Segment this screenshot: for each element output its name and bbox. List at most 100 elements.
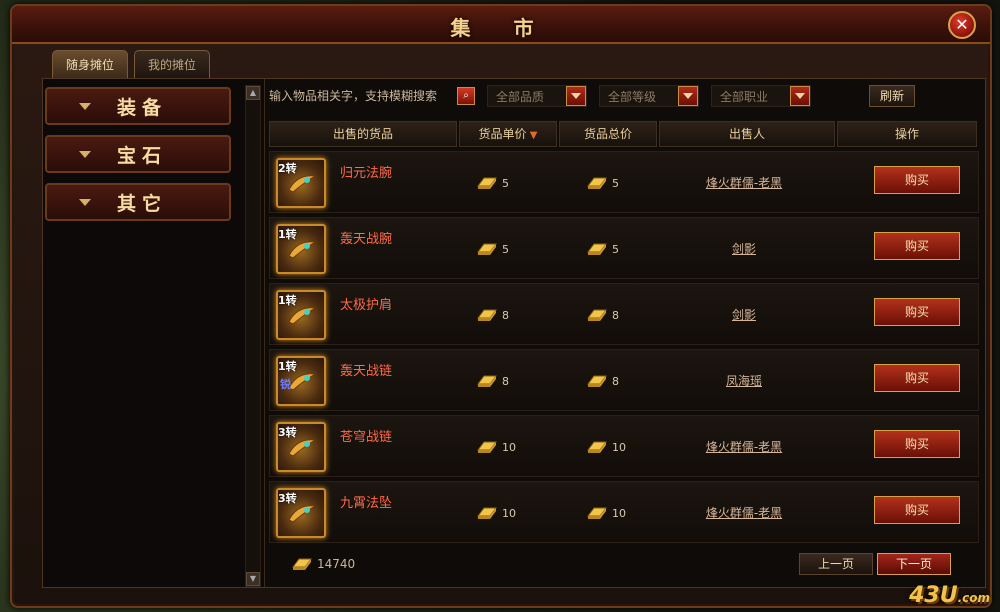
gold-ingot-icon	[477, 243, 497, 255]
seller-link[interactable]: 烽火群儒-老黑	[656, 438, 832, 455]
tab-my-stall[interactable]: 我的摊位	[134, 50, 210, 78]
item-name: 轰天战链	[340, 364, 393, 379]
table-row: 2转 归元法腕 5 5 烽火群儒-老黑 购买	[269, 151, 979, 213]
item-name: 轰天战腕	[340, 232, 393, 247]
total-price-value: 5	[612, 242, 619, 256]
total-price-value: 10	[612, 440, 626, 454]
item-equipment-icon	[288, 439, 317, 457]
tab-bar: 随身摊位 我的摊位	[52, 50, 210, 78]
scroll-up-icon[interactable]: ▲	[246, 86, 260, 100]
seller-link[interactable]: 剑影	[656, 306, 832, 323]
search-icon[interactable]: ⌕	[457, 87, 475, 105]
header-total-price[interactable]: 货品总价	[559, 121, 657, 147]
category-label: 宝石	[117, 144, 168, 167]
header-unit-price[interactable]: 货品单价	[459, 121, 557, 147]
category-label: 装备	[117, 96, 168, 119]
site-logo: 43U.com	[909, 583, 990, 608]
item-equipment-icon	[288, 373, 317, 391]
chevron-down-icon	[79, 150, 91, 158]
search-input[interactable]: 输入物品相关字，支持模糊搜索	[269, 85, 455, 107]
unit-price: 8	[476, 374, 509, 388]
unit-price: 10	[476, 506, 516, 520]
table-row: 3转 苍穹战链 10 10 烽火群儒-老黑 购买	[269, 415, 979, 477]
gold-ingot-icon	[587, 309, 607, 321]
refresh-button[interactable]: 刷新	[869, 85, 915, 107]
buy-button[interactable]: 购买	[874, 298, 960, 326]
header-seller: 出售人	[659, 121, 835, 147]
total-price-value: 5	[612, 176, 619, 190]
market-window: 集 市 ✕ 随身摊位 我的摊位 装备 宝石 其它 ▲ ▼ 输入物品相关字，支持模…	[10, 4, 992, 608]
dropdown-arrow-icon[interactable]	[566, 86, 586, 106]
gold-ingot-icon	[587, 243, 607, 255]
gold-ingot-icon	[477, 177, 497, 189]
gold-ingot-icon	[587, 507, 607, 519]
quality-dropdown[interactable]: 全部品质	[487, 85, 587, 107]
gold-ingot-icon	[477, 309, 497, 321]
job-dropdown[interactable]: 全部职业	[711, 85, 811, 107]
seller-link[interactable]: 凤海瑶	[656, 372, 832, 389]
gold-balance: 14740	[291, 557, 355, 571]
unit-price: 10	[476, 440, 516, 454]
market-list: 输入物品相关字，支持模糊搜索 ⌕ 全部品质 全部等级 全部职业 刷新 出售的货品	[265, 79, 985, 587]
dropdown-arrow-icon[interactable]	[678, 86, 698, 106]
buy-button[interactable]: 购买	[874, 232, 960, 260]
item-slot[interactable]: 1转锐	[276, 356, 326, 406]
seller-link[interactable]: 剑影	[656, 240, 832, 257]
gold-ingot-icon	[477, 507, 497, 519]
item-name: 九霄法坠	[340, 496, 393, 511]
gold-ingot-icon	[587, 375, 607, 387]
next-page-button[interactable]: 下一页	[877, 553, 951, 575]
total-price-value: 10	[612, 506, 626, 520]
category-equipment[interactable]: 装备	[45, 87, 231, 125]
scroll-down-icon[interactable]: ▼	[246, 572, 260, 586]
item-slot[interactable]: 1转	[276, 290, 326, 340]
total-price: 5	[586, 242, 619, 256]
level-dropdown[interactable]: 全部等级	[599, 85, 699, 107]
buy-button[interactable]: 购买	[874, 430, 960, 458]
item-slot[interactable]: 3转	[276, 488, 326, 538]
total-price-value: 8	[612, 374, 619, 388]
buy-button[interactable]: 购买	[874, 166, 960, 194]
table-row: 3转 九霄法坠 10 10 烽火群儒-老黑 购买	[269, 481, 979, 543]
unit-price: 8	[476, 308, 509, 322]
item-name: 归元法腕	[340, 166, 393, 181]
header-item: 出售的货品	[269, 121, 457, 147]
category-other[interactable]: 其它	[45, 183, 231, 221]
buy-button[interactable]: 购买	[874, 496, 960, 524]
unit-price: 5	[476, 242, 509, 256]
tab-portable-stall[interactable]: 随身摊位	[52, 50, 128, 78]
sidebar-scrollbar[interactable]: ▲ ▼	[245, 85, 261, 587]
unit-price-value: 5	[502, 242, 509, 256]
item-slot[interactable]: 3转	[276, 422, 326, 472]
seller-link[interactable]: 烽火群儒-老黑	[656, 174, 832, 191]
gold-ingot-icon	[477, 441, 497, 453]
chevron-down-icon	[79, 102, 91, 110]
dropdown-arrow-icon[interactable]	[790, 86, 810, 106]
item-equipment-icon	[288, 175, 317, 193]
content-panel: 装备 宝石 其它 ▲ ▼ 输入物品相关字，支持模糊搜索 ⌕ 全部品质 全部等级 …	[42, 78, 986, 588]
item-tag: 锐	[280, 378, 291, 391]
gold-ingot-icon	[587, 441, 607, 453]
item-equipment-icon	[288, 241, 317, 259]
gold-ingot-icon	[292, 558, 312, 570]
title-bar: 集 市 ✕	[12, 6, 990, 44]
unit-price-value: 8	[502, 374, 509, 388]
gold-ingot-icon	[587, 177, 607, 189]
category-label: 其它	[117, 192, 168, 215]
category-gems[interactable]: 宝石	[45, 135, 231, 173]
buy-button[interactable]: 购买	[874, 364, 960, 392]
table-row: 1转 轰天战腕 5 5 剑影 购买	[269, 217, 979, 279]
close-button[interactable]: ✕	[948, 11, 976, 39]
unit-price-value: 8	[502, 308, 509, 322]
item-slot[interactable]: 2转	[276, 158, 326, 208]
item-name: 太极护肩	[340, 298, 393, 313]
seller-link[interactable]: 烽火群儒-老黑	[656, 504, 832, 521]
prev-page-button[interactable]: 上一页	[799, 553, 873, 575]
unit-price-value: 10	[502, 440, 516, 454]
item-slot[interactable]: 1转	[276, 224, 326, 274]
total-price: 10	[586, 506, 626, 520]
total-price: 8	[586, 308, 619, 322]
gold-ingot-icon	[477, 375, 497, 387]
chevron-down-icon	[79, 198, 91, 206]
unit-price-value: 10	[502, 506, 516, 520]
